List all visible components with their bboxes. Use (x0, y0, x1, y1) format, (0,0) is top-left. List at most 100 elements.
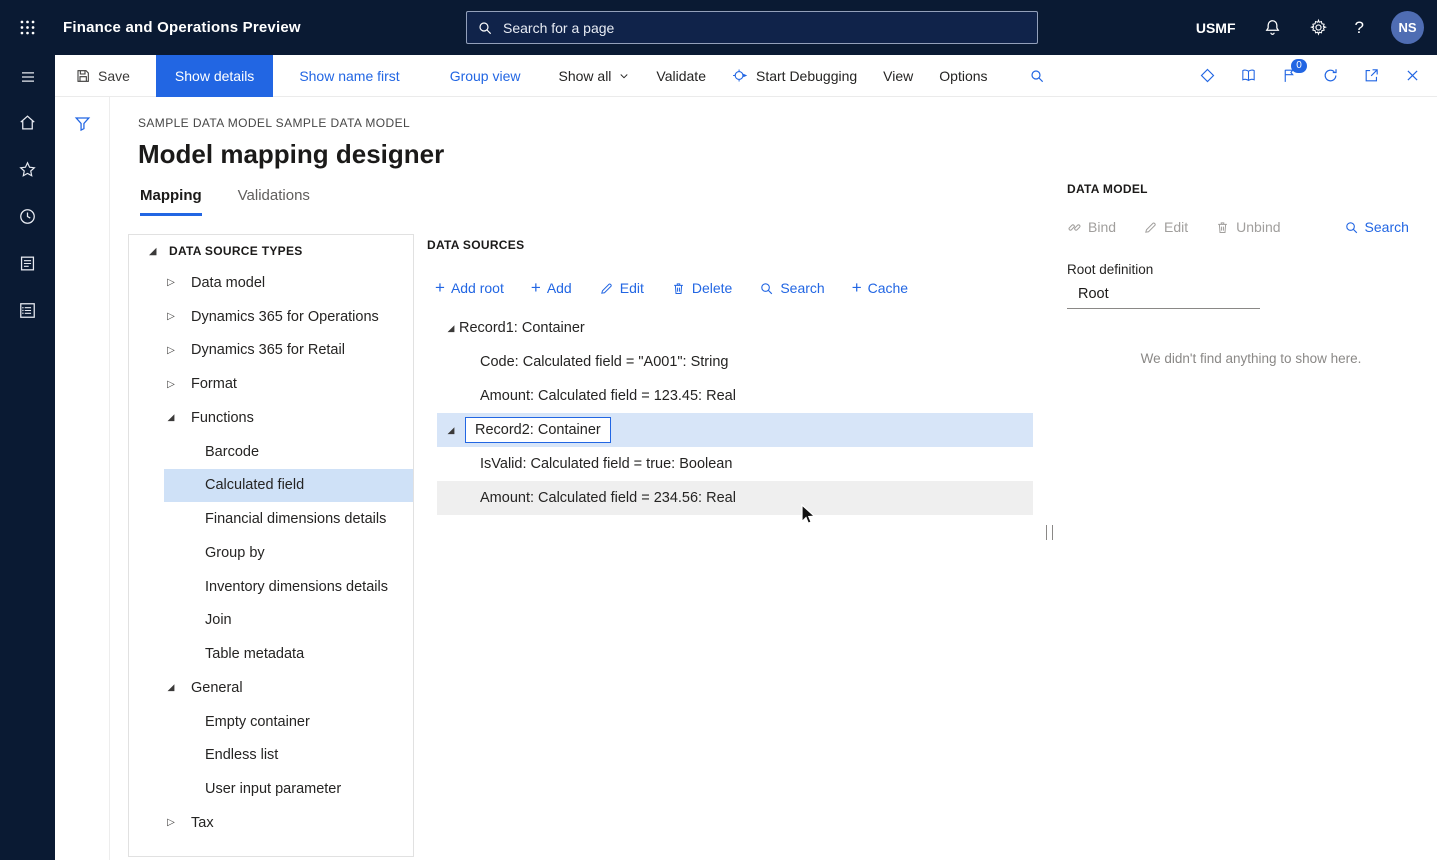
nav-forms-button[interactable] (0, 240, 55, 287)
page-search-box[interactable] (466, 11, 1038, 44)
edit-label: Edit (1164, 219, 1188, 235)
chevron-expanded-icon[interactable]: ◢ (443, 425, 459, 436)
company-picker[interactable]: USMF (1196, 20, 1236, 36)
tree-item-label: Group by (205, 545, 265, 561)
notification-badge: 0 (1291, 59, 1307, 73)
tree-item-label: Join (205, 612, 232, 628)
search-icon (1029, 68, 1045, 84)
tree-item-join[interactable]: Join (129, 604, 413, 638)
cache-button[interactable]: +Cache (852, 280, 908, 296)
record2-row[interactable]: ◢Record2: Container (437, 413, 1033, 447)
data-source-types-header: ◢ DATA SOURCE TYPES (129, 235, 413, 266)
tree-item-group-by[interactable]: Group by (129, 536, 413, 570)
view-menu[interactable]: View (883, 68, 913, 84)
tree-item-financial-dimensions-details[interactable]: Financial dimensions details (129, 502, 413, 536)
avatar[interactable]: NS (1391, 11, 1424, 44)
start-debugging-label: Start Debugging (756, 68, 857, 84)
tree-item-user-input-parameter[interactable]: User input parameter (129, 772, 413, 806)
tree-item-format[interactable]: ▷ Format (129, 367, 413, 401)
tree-item-tax[interactable]: ▷Tax (129, 806, 413, 840)
delete-button[interactable]: Delete (671, 280, 732, 296)
tab-mapping[interactable]: Mapping (140, 187, 202, 216)
record1-row[interactable]: ◢Record1: Container (437, 311, 1033, 345)
unbind-button[interactable]: Unbind (1215, 219, 1280, 235)
amount-field-row[interactable]: Amount: Calculated field = 123.45: Real (437, 379, 1033, 413)
app-launcher-button[interactable] (0, 0, 55, 55)
trash-icon (1215, 220, 1230, 235)
form-search-button[interactable] (1029, 68, 1045, 84)
page: SAMPLE DATA MODEL SAMPLE DATA MODEL Mode… (110, 97, 1437, 860)
bind-button[interactable]: Bind (1067, 219, 1116, 235)
tree-item-data-model[interactable]: ▷ Data model (129, 266, 413, 300)
code-field-row[interactable]: Code: Calculated field = "A001": String (437, 345, 1033, 379)
main-area: Save Show details Show name first Group … (55, 55, 1437, 860)
diamond-button[interactable] (1199, 67, 1216, 84)
chevron-collapsed-icon[interactable]: ▷ (163, 311, 179, 322)
options-menu[interactable]: Options (939, 68, 987, 84)
expand-nav-button[interactable] (0, 55, 55, 99)
show-all-dropdown[interactable]: Show all (559, 68, 631, 84)
search-button[interactable]: Search (1344, 219, 1409, 235)
nav-favorites-button[interactable] (0, 146, 55, 193)
tree-item-label: General (191, 680, 243, 696)
help-button[interactable]: ? (1355, 18, 1364, 38)
page-search-input[interactable] (501, 19, 1027, 37)
chevron-collapsed-icon[interactable]: ▷ (163, 345, 179, 356)
amount2-field-row[interactable]: Amount: Calculated field = 234.56: Real (437, 481, 1033, 515)
tree-item-endless-list[interactable]: Endless list (129, 739, 413, 773)
show-name-first-button[interactable]: Show name first (299, 68, 399, 84)
root-definition-input[interactable]: Root (1067, 286, 1260, 309)
refresh-button[interactable] (1322, 67, 1339, 84)
chevron-collapsed-icon[interactable]: ▷ (163, 817, 179, 828)
chevron-collapsed-icon[interactable]: ▷ (163, 379, 179, 390)
tab-validations[interactable]: Validations (238, 187, 310, 216)
save-button[interactable]: Save (75, 68, 130, 84)
validate-button[interactable]: Validate (656, 68, 706, 84)
nav-home-button[interactable] (0, 99, 55, 146)
open-in-new-icon (1363, 67, 1380, 84)
tree-item-label: Format (191, 376, 237, 392)
data-model-panel: DATA MODEL Bind Edit Unbind Search Root … (1067, 182, 1435, 366)
close-button[interactable] (1404, 67, 1421, 84)
show-details-button[interactable]: Show details (156, 55, 273, 97)
collapse-expanded-icon[interactable]: ◢ (145, 246, 161, 257)
search-button[interactable]: Search (759, 280, 824, 296)
book-button[interactable] (1240, 67, 1257, 84)
tree-item-inventory-dimensions-details[interactable]: Inventory dimensions details (129, 570, 413, 604)
panel-splitter-handle[interactable] (1046, 525, 1053, 540)
tree-item-label: Data model (191, 275, 265, 291)
nav-workspaces-button[interactable] (0, 287, 55, 334)
tree-item-label: User input parameter (205, 781, 341, 797)
root-definition-value: Root (1078, 286, 1109, 302)
isvalid-field-row[interactable]: IsValid: Calculated field = true: Boolea… (437, 447, 1033, 481)
chevron-expanded-icon[interactable]: ◢ (443, 323, 459, 334)
add-root-button[interactable]: +Add root (435, 280, 504, 296)
chevron-expanded-icon[interactable]: ◢ (163, 682, 179, 693)
chevron-collapsed-icon[interactable]: ▷ (163, 277, 179, 288)
checklist-icon (18, 301, 37, 320)
plus-icon: + (435, 281, 445, 295)
tree-item-barcode[interactable]: Barcode (129, 435, 413, 469)
edit-button[interactable]: Edit (599, 280, 644, 296)
tree-item-label: Functions (191, 410, 254, 426)
tree-item-functions[interactable]: ◢ Functions (129, 401, 413, 435)
tree-item-calculated-field[interactable]: Calculated field (164, 469, 413, 503)
data-source-types-panel: ◢ DATA SOURCE TYPES ▷ Data model ▷Dynamic… (128, 234, 414, 857)
add-button[interactable]: +Add (531, 280, 572, 296)
data-sources-panel: DATA SOURCES +Add root +Add Edit Delete … (427, 238, 1059, 515)
alerts-bell-icon[interactable] (1263, 18, 1282, 37)
messages-flag-button[interactable]: 0 (1281, 67, 1298, 84)
tree-item-table-metadata[interactable]: Table metadata (129, 637, 413, 671)
start-debugging-button[interactable]: Start Debugging (732, 67, 857, 84)
tree-item-general[interactable]: ◢ General (129, 671, 413, 705)
nav-recent-button[interactable] (0, 193, 55, 240)
filter-funnel-icon[interactable] (73, 114, 92, 133)
group-view-button[interactable]: Group view (450, 68, 521, 84)
tree-item-dynamics-retail[interactable]: ▷Dynamics 365 for Retail (129, 334, 413, 368)
settings-gear-icon[interactable] (1309, 18, 1328, 37)
edit-button[interactable]: Edit (1143, 219, 1188, 235)
tree-item-dynamics-operations[interactable]: ▷Dynamics 365 for Operations (129, 300, 413, 334)
chevron-expanded-icon[interactable]: ◢ (163, 412, 179, 423)
open-in-new-window-button[interactable] (1363, 67, 1380, 84)
tree-item-empty-container[interactable]: Empty container (129, 705, 413, 739)
